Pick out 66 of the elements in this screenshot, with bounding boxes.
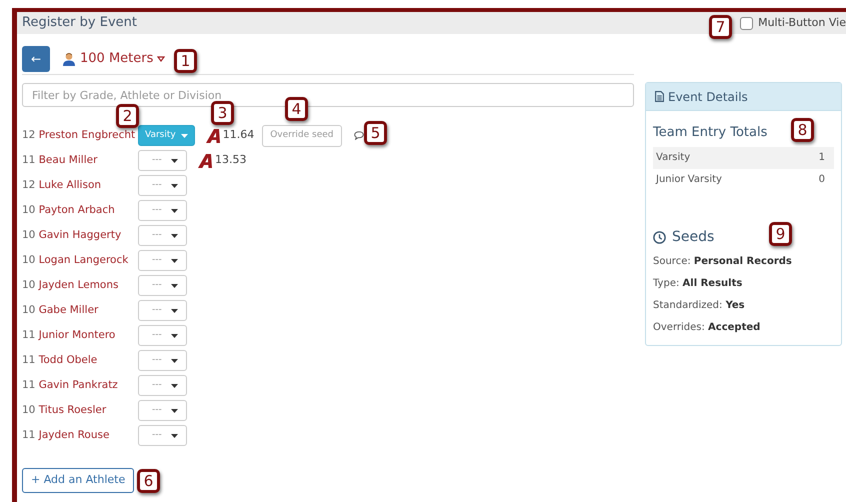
division-label: Junior Varsity xyxy=(656,173,722,187)
division-dropdown[interactable]: --- xyxy=(138,150,187,171)
back-button[interactable]: ← xyxy=(22,46,50,72)
grade-text: 10 xyxy=(22,404,36,416)
athlete-link[interactable]: Logan Langerock xyxy=(38,254,128,266)
division-dropdown[interactable]: --- xyxy=(138,200,187,221)
seed-info-text: Type: All Results xyxy=(653,276,744,290)
grade-text: 10 xyxy=(22,278,36,291)
seed-info-text: Source: Personal Records xyxy=(653,254,793,268)
athlete-link[interactable]: Junior Montero xyxy=(38,328,116,341)
multi-button-view-checkbox[interactable]: Multi-Button Vie xyxy=(740,14,846,32)
athlete-link[interactable]: Jayden Lemons xyxy=(38,278,118,291)
seed-time: 11.64 xyxy=(222,127,254,144)
callout-badge: 3 xyxy=(211,101,234,125)
athlete-link[interactable]: Payton Arbach xyxy=(38,204,115,216)
division-dropdown[interactable]: --- xyxy=(138,350,187,371)
grade-text: 10 xyxy=(22,228,36,241)
athlete-link[interactable]: Gavin Pankratz xyxy=(38,378,118,391)
athlete-link[interactable]: Beau Miller xyxy=(38,154,98,166)
grade-text: 10 xyxy=(22,304,36,316)
division-dropdown[interactable]: --- xyxy=(138,225,187,246)
division-dropdown[interactable]: --- xyxy=(138,425,187,446)
callout-badge: 6 xyxy=(137,469,160,493)
seed-info-text: Standardized: Yes xyxy=(653,298,746,312)
page-title: Register by Event xyxy=(22,14,137,32)
grade-text: 12 xyxy=(22,128,36,141)
grade-text: 11 xyxy=(22,378,36,391)
seed-info-text: Overrides: Accepted xyxy=(653,320,762,334)
count-value: 0 xyxy=(818,173,825,187)
grade-text: 12 xyxy=(22,178,36,191)
athlete-link[interactable]: Todd Obele xyxy=(38,354,98,366)
section-title: Seeds xyxy=(672,228,714,246)
division-dropdown[interactable]: --- xyxy=(138,175,187,196)
count-value: 1 xyxy=(818,151,825,165)
callout-badge: 1 xyxy=(174,49,197,73)
seed-time: 13.53 xyxy=(215,152,246,168)
callout-badge: 5 xyxy=(364,121,387,145)
athlete-link[interactable]: Gavin Haggerty xyxy=(38,228,122,241)
callout-badge: 9 xyxy=(769,222,792,246)
division-dropdown[interactable]: --- xyxy=(138,250,187,271)
division-dropdown[interactable]: --- xyxy=(138,400,187,421)
callout-badge: 4 xyxy=(285,97,308,121)
grade-text: 10 xyxy=(22,254,36,266)
division-label: Varsity xyxy=(656,151,690,165)
grade-text: 11 xyxy=(22,154,36,166)
division-dropdown[interactable]: --- xyxy=(138,300,187,321)
athlete-link[interactable]: Jayden Rouse xyxy=(38,428,110,441)
override-seed-button[interactable]: Override seed xyxy=(262,124,342,146)
callout-badge: 7 xyxy=(709,15,732,39)
section-title: Team Entry Totals xyxy=(653,124,768,142)
grade-text: 11 xyxy=(22,354,36,366)
division-dropdown[interactable]: --- xyxy=(138,275,187,296)
athlete-link[interactable]: Preston Engbrecht xyxy=(38,128,136,141)
grade-text: 11 xyxy=(22,328,36,341)
athlete-link[interactable]: Gabe Miller xyxy=(38,304,98,316)
athlete-link[interactable]: Titus Roesler xyxy=(38,404,106,416)
grade-text: 10 xyxy=(22,204,36,216)
athlete-link[interactable]: Luke Allison xyxy=(38,178,102,191)
division-dropdown[interactable]: --- xyxy=(138,325,187,346)
panel-title: Event Details xyxy=(668,88,748,106)
event-dropdown[interactable]: 100 Meters xyxy=(62,49,166,69)
callout-badge: 2 xyxy=(116,104,139,128)
grade-text: 11 xyxy=(22,428,36,441)
callout-badge: 8 xyxy=(791,118,814,142)
add-athlete-button[interactable]: + Add an Athlete xyxy=(22,468,134,493)
division-dropdown[interactable]: --- xyxy=(138,375,187,396)
